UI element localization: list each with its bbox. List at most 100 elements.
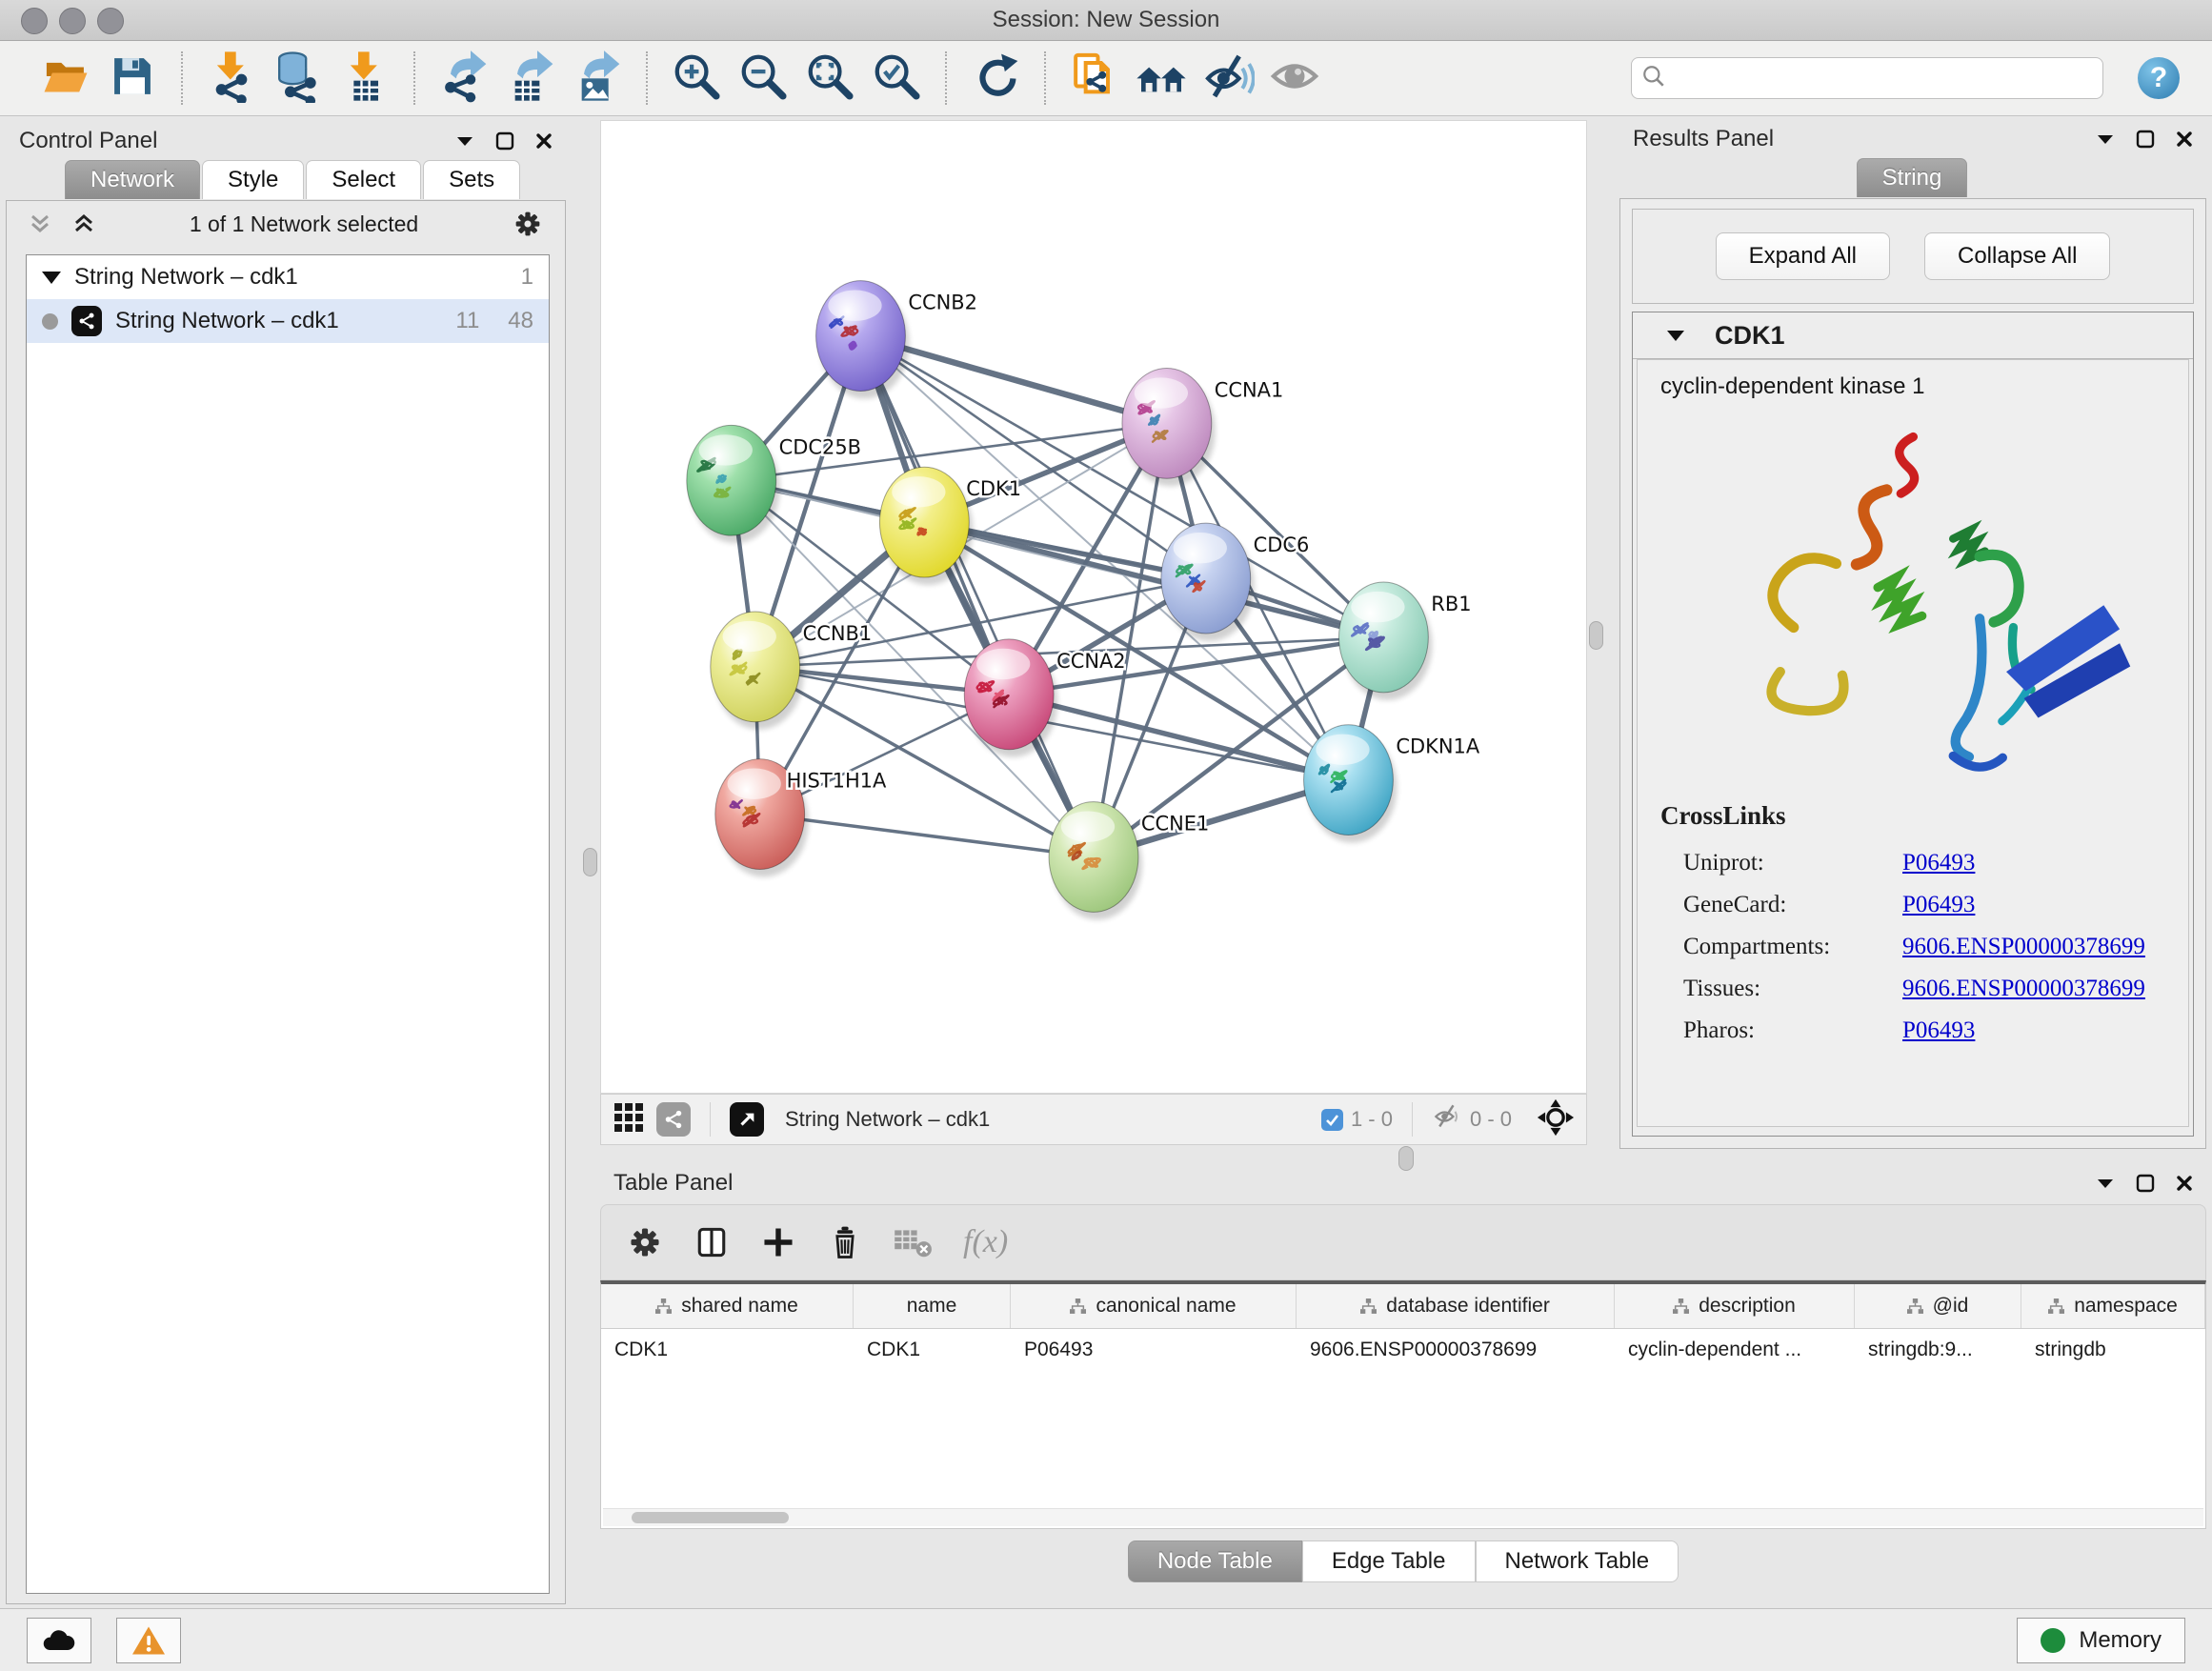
scrollbar-thumb[interactable] [632, 1512, 789, 1523]
cell-shared-name[interactable]: CDK1 [601, 1329, 854, 1371]
cell-namespace[interactable]: stringdb [2021, 1329, 2205, 1371]
save-session-button[interactable] [105, 50, 160, 106]
detach-view-icon[interactable] [730, 1102, 764, 1137]
gene-symbol: CDK1 [1715, 321, 1785, 351]
tab-edge-table[interactable]: Edge Table [1302, 1540, 1476, 1582]
column-header-namespace[interactable]: namespace [2021, 1284, 2205, 1328]
hidden-eye-icon[interactable] [1432, 1104, 1462, 1135]
function-builder-button[interactable]: f(x) [963, 1224, 1008, 1260]
panel-menu-icon[interactable] [2096, 1177, 2115, 1190]
column-header-database-identifier[interactable]: database identifier [1297, 1284, 1615, 1328]
expand-all-button[interactable]: Expand All [1716, 232, 1890, 280]
houses-icon [1135, 50, 1188, 108]
expand-all-networks-icon[interactable] [71, 211, 96, 236]
close-panel-icon[interactable] [2176, 1175, 2193, 1192]
show-columns-icon[interactable] [693, 1223, 731, 1261]
network-view-share-icon[interactable] [656, 1102, 691, 1137]
zoom-in-icon [671, 50, 722, 107]
zoom-in-button[interactable] [669, 50, 724, 106]
tissues-link[interactable]: 9606.ENSP00000378699 [1902, 976, 2145, 1002]
hide-graphics-details-button[interactable] [1200, 50, 1256, 106]
column-header-shared-name[interactable]: shared name [601, 1284, 854, 1328]
delete-table-icon[interactable] [893, 1225, 935, 1259]
cloud-status-button[interactable] [27, 1618, 91, 1663]
column-header-name[interactable]: name [854, 1284, 1011, 1328]
cell-description[interactable]: cyclin-dependent ... [1615, 1329, 1855, 1371]
toolbar-separator [181, 51, 183, 105]
right-splitter-handle[interactable] [1589, 621, 1603, 650]
close-panel-icon[interactable] [535, 132, 553, 150]
birds-eye-view-icon[interactable] [1537, 1098, 1575, 1141]
tab-style[interactable]: Style [202, 160, 304, 199]
collapse-all-networks-icon[interactable] [28, 211, 52, 236]
crosslink-label: GeneCard: [1660, 892, 1902, 918]
horizontal-scrollbar[interactable] [603, 1508, 2203, 1526]
selected-items-checkbox[interactable] [1321, 1109, 1343, 1131]
column-header-description[interactable]: description [1615, 1284, 1855, 1328]
table-settings-gear-icon[interactable] [626, 1223, 664, 1261]
cell-database-identifier[interactable]: 9606.ENSP00000378699 [1297, 1329, 1615, 1371]
zoom-fit-button[interactable] [802, 50, 857, 106]
zoom-selected-button[interactable] [869, 50, 924, 106]
clone-network-icon [1068, 50, 1121, 108]
cell-canonical-name[interactable]: P06493 [1011, 1329, 1297, 1371]
tab-string-results[interactable]: String [1857, 158, 1968, 197]
gene-section-header[interactable]: CDK1 [1633, 312, 2193, 359]
pharos-link[interactable]: P06493 [1902, 1017, 1975, 1044]
search-input[interactable] [1674, 65, 2093, 91]
column-header-id[interactable]: @id [1855, 1284, 2021, 1328]
add-column-icon[interactable] [759, 1223, 797, 1261]
tab-sets[interactable]: Sets [423, 160, 520, 199]
cell-name[interactable]: CDK1 [854, 1329, 1011, 1371]
open-session-button[interactable] [38, 50, 93, 106]
toolbar-separator [646, 51, 648, 105]
zoom-fit-icon [804, 50, 855, 107]
crosslink-label: Uniprot: [1660, 850, 1902, 876]
import-table-from-file-button[interactable] [337, 50, 392, 106]
zoom-out-button[interactable] [735, 50, 791, 106]
network-canvas[interactable]: CCNB2CCNA1CDC25BCDK1CDC6RB1CCNB1CCNA2CDK… [600, 120, 1587, 1094]
panel-menu-icon[interactable] [455, 134, 474, 148]
tab-node-table[interactable]: Node Table [1128, 1540, 1302, 1582]
panel-menu-icon[interactable] [2096, 132, 2115, 146]
collapse-all-button[interactable]: Collapse All [1924, 232, 2110, 280]
import-network-from-file-button[interactable] [204, 50, 259, 106]
collection-network-count: 1 [521, 264, 533, 291]
network-row[interactable]: String Network – cdk1 11 48 [27, 299, 549, 343]
column-header-canonical-name[interactable]: canonical name [1011, 1284, 1297, 1328]
global-search-box[interactable] [1631, 57, 2103, 99]
export-network-button[interactable] [436, 50, 492, 106]
memory-button[interactable]: Memory [2017, 1618, 2185, 1663]
close-panel-icon[interactable] [2176, 131, 2193, 148]
help-button[interactable]: ? [2138, 57, 2180, 99]
delete-column-icon[interactable] [826, 1223, 864, 1261]
uniprot-link[interactable]: P06493 [1902, 850, 1975, 876]
export-table-button[interactable] [503, 50, 558, 106]
network-options-gear-icon[interactable] [512, 208, 544, 240]
apply-preferred-layout-button[interactable] [968, 50, 1023, 106]
float-panel-icon[interactable] [495, 131, 514, 151]
import-network-from-database-button[interactable] [271, 50, 326, 106]
float-panel-icon[interactable] [2136, 1174, 2155, 1193]
network-collection-row[interactable]: String Network – cdk1 1 [27, 255, 549, 299]
cell-id[interactable]: stringdb:9... [1855, 1329, 2021, 1371]
warnings-button[interactable] [116, 1618, 181, 1663]
tree-expand-caret-icon[interactable] [42, 272, 61, 284]
float-panel-icon[interactable] [2136, 130, 2155, 149]
left-splitter-handle[interactable] [583, 848, 597, 876]
export-image-button[interactable] [570, 50, 625, 106]
compartments-link[interactable]: 9606.ENSP00000378699 [1902, 934, 2145, 960]
grid-view-icon[interactable] [613, 1101, 645, 1138]
status-bar: Memory [0, 1608, 2212, 1671]
genecard-link[interactable]: P06493 [1902, 892, 1975, 918]
network-node-label: CCNA1 [1215, 378, 1284, 401]
results-panel-title: Results Panel [1633, 126, 1774, 152]
clone-network-button[interactable] [1067, 50, 1122, 106]
tab-network-table[interactable]: Network Table [1476, 1540, 1679, 1582]
tab-select[interactable]: Select [306, 160, 421, 199]
tab-network[interactable]: Network [65, 160, 200, 199]
table-row[interactable]: CDK1 CDK1 P06493 9606.ENSP00000378699 cy… [601, 1329, 2205, 1371]
string-home-button[interactable] [1134, 50, 1189, 106]
section-collapse-caret-icon[interactable] [1665, 329, 1686, 343]
show-graphics-details-button[interactable] [1267, 50, 1322, 106]
